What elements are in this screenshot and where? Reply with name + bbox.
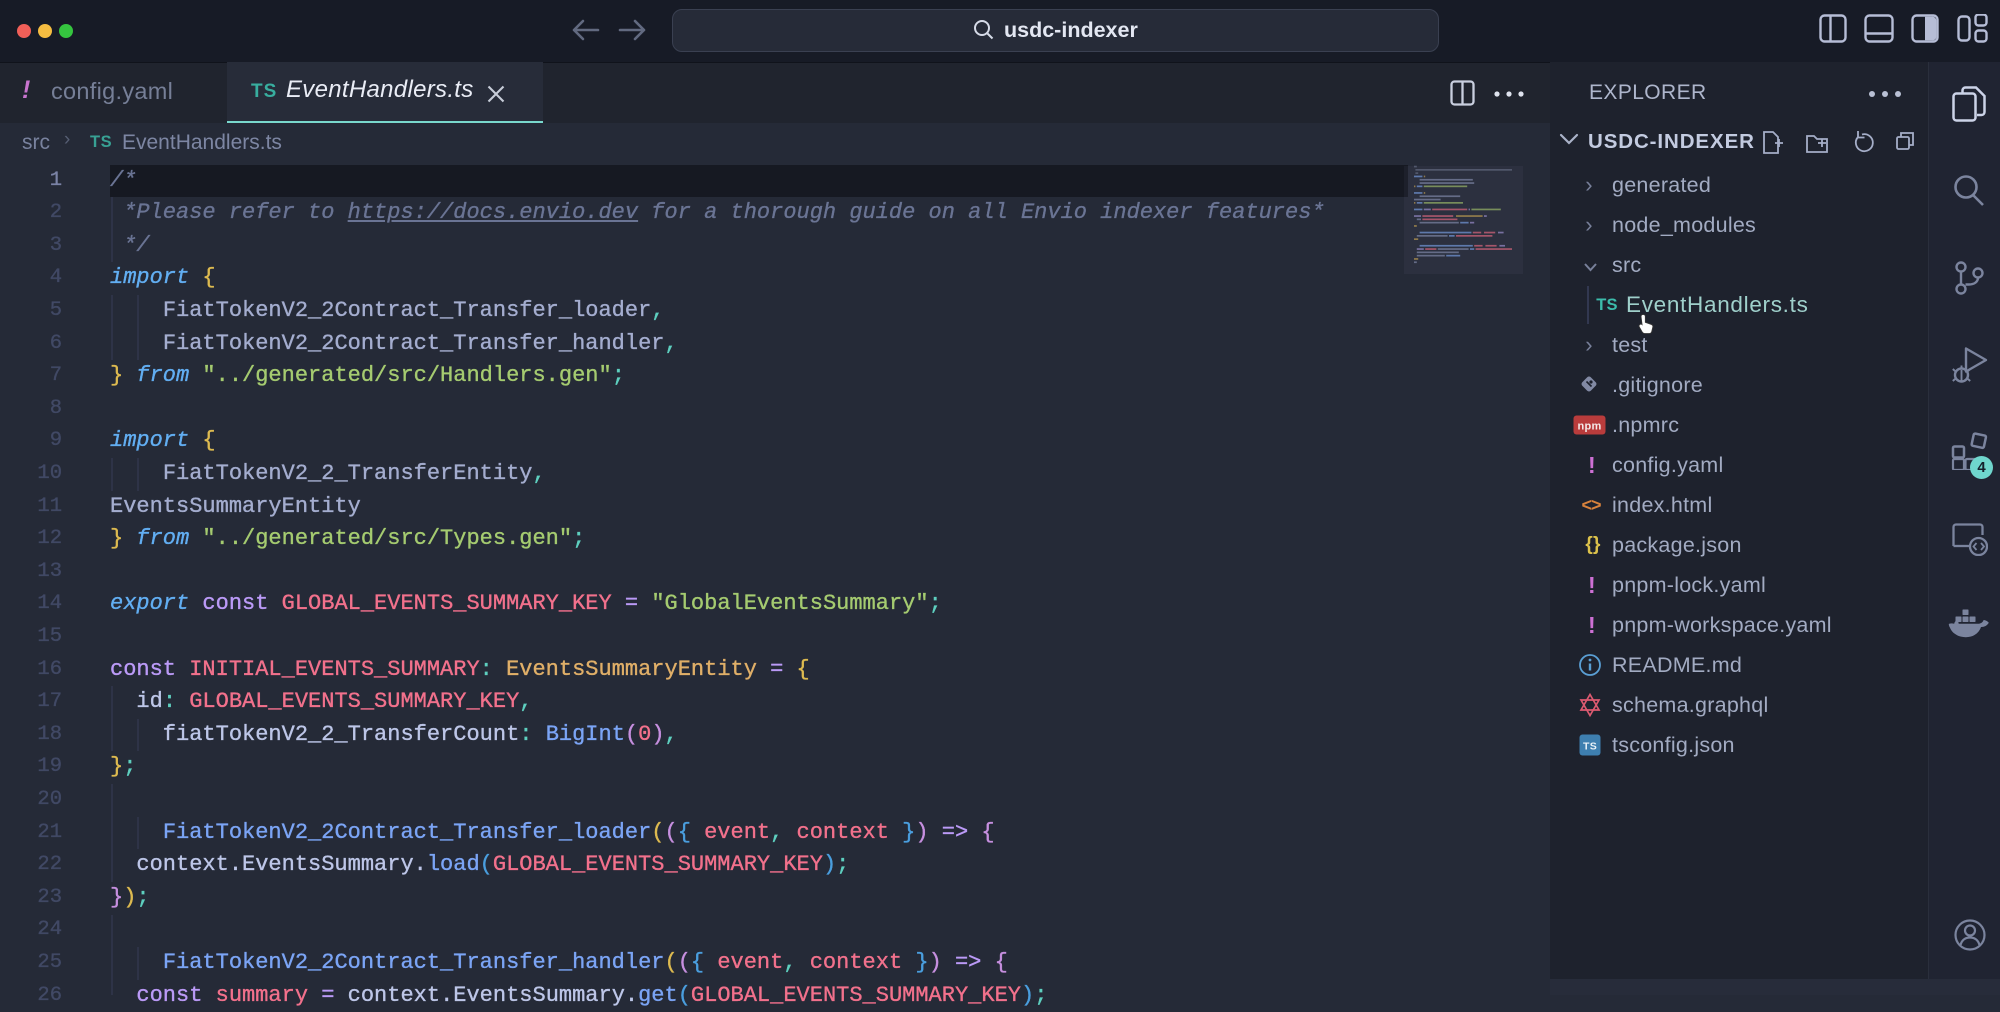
svg-text:npm: npm bbox=[1578, 421, 1602, 433]
svg-text:TS: TS bbox=[1583, 741, 1597, 753]
